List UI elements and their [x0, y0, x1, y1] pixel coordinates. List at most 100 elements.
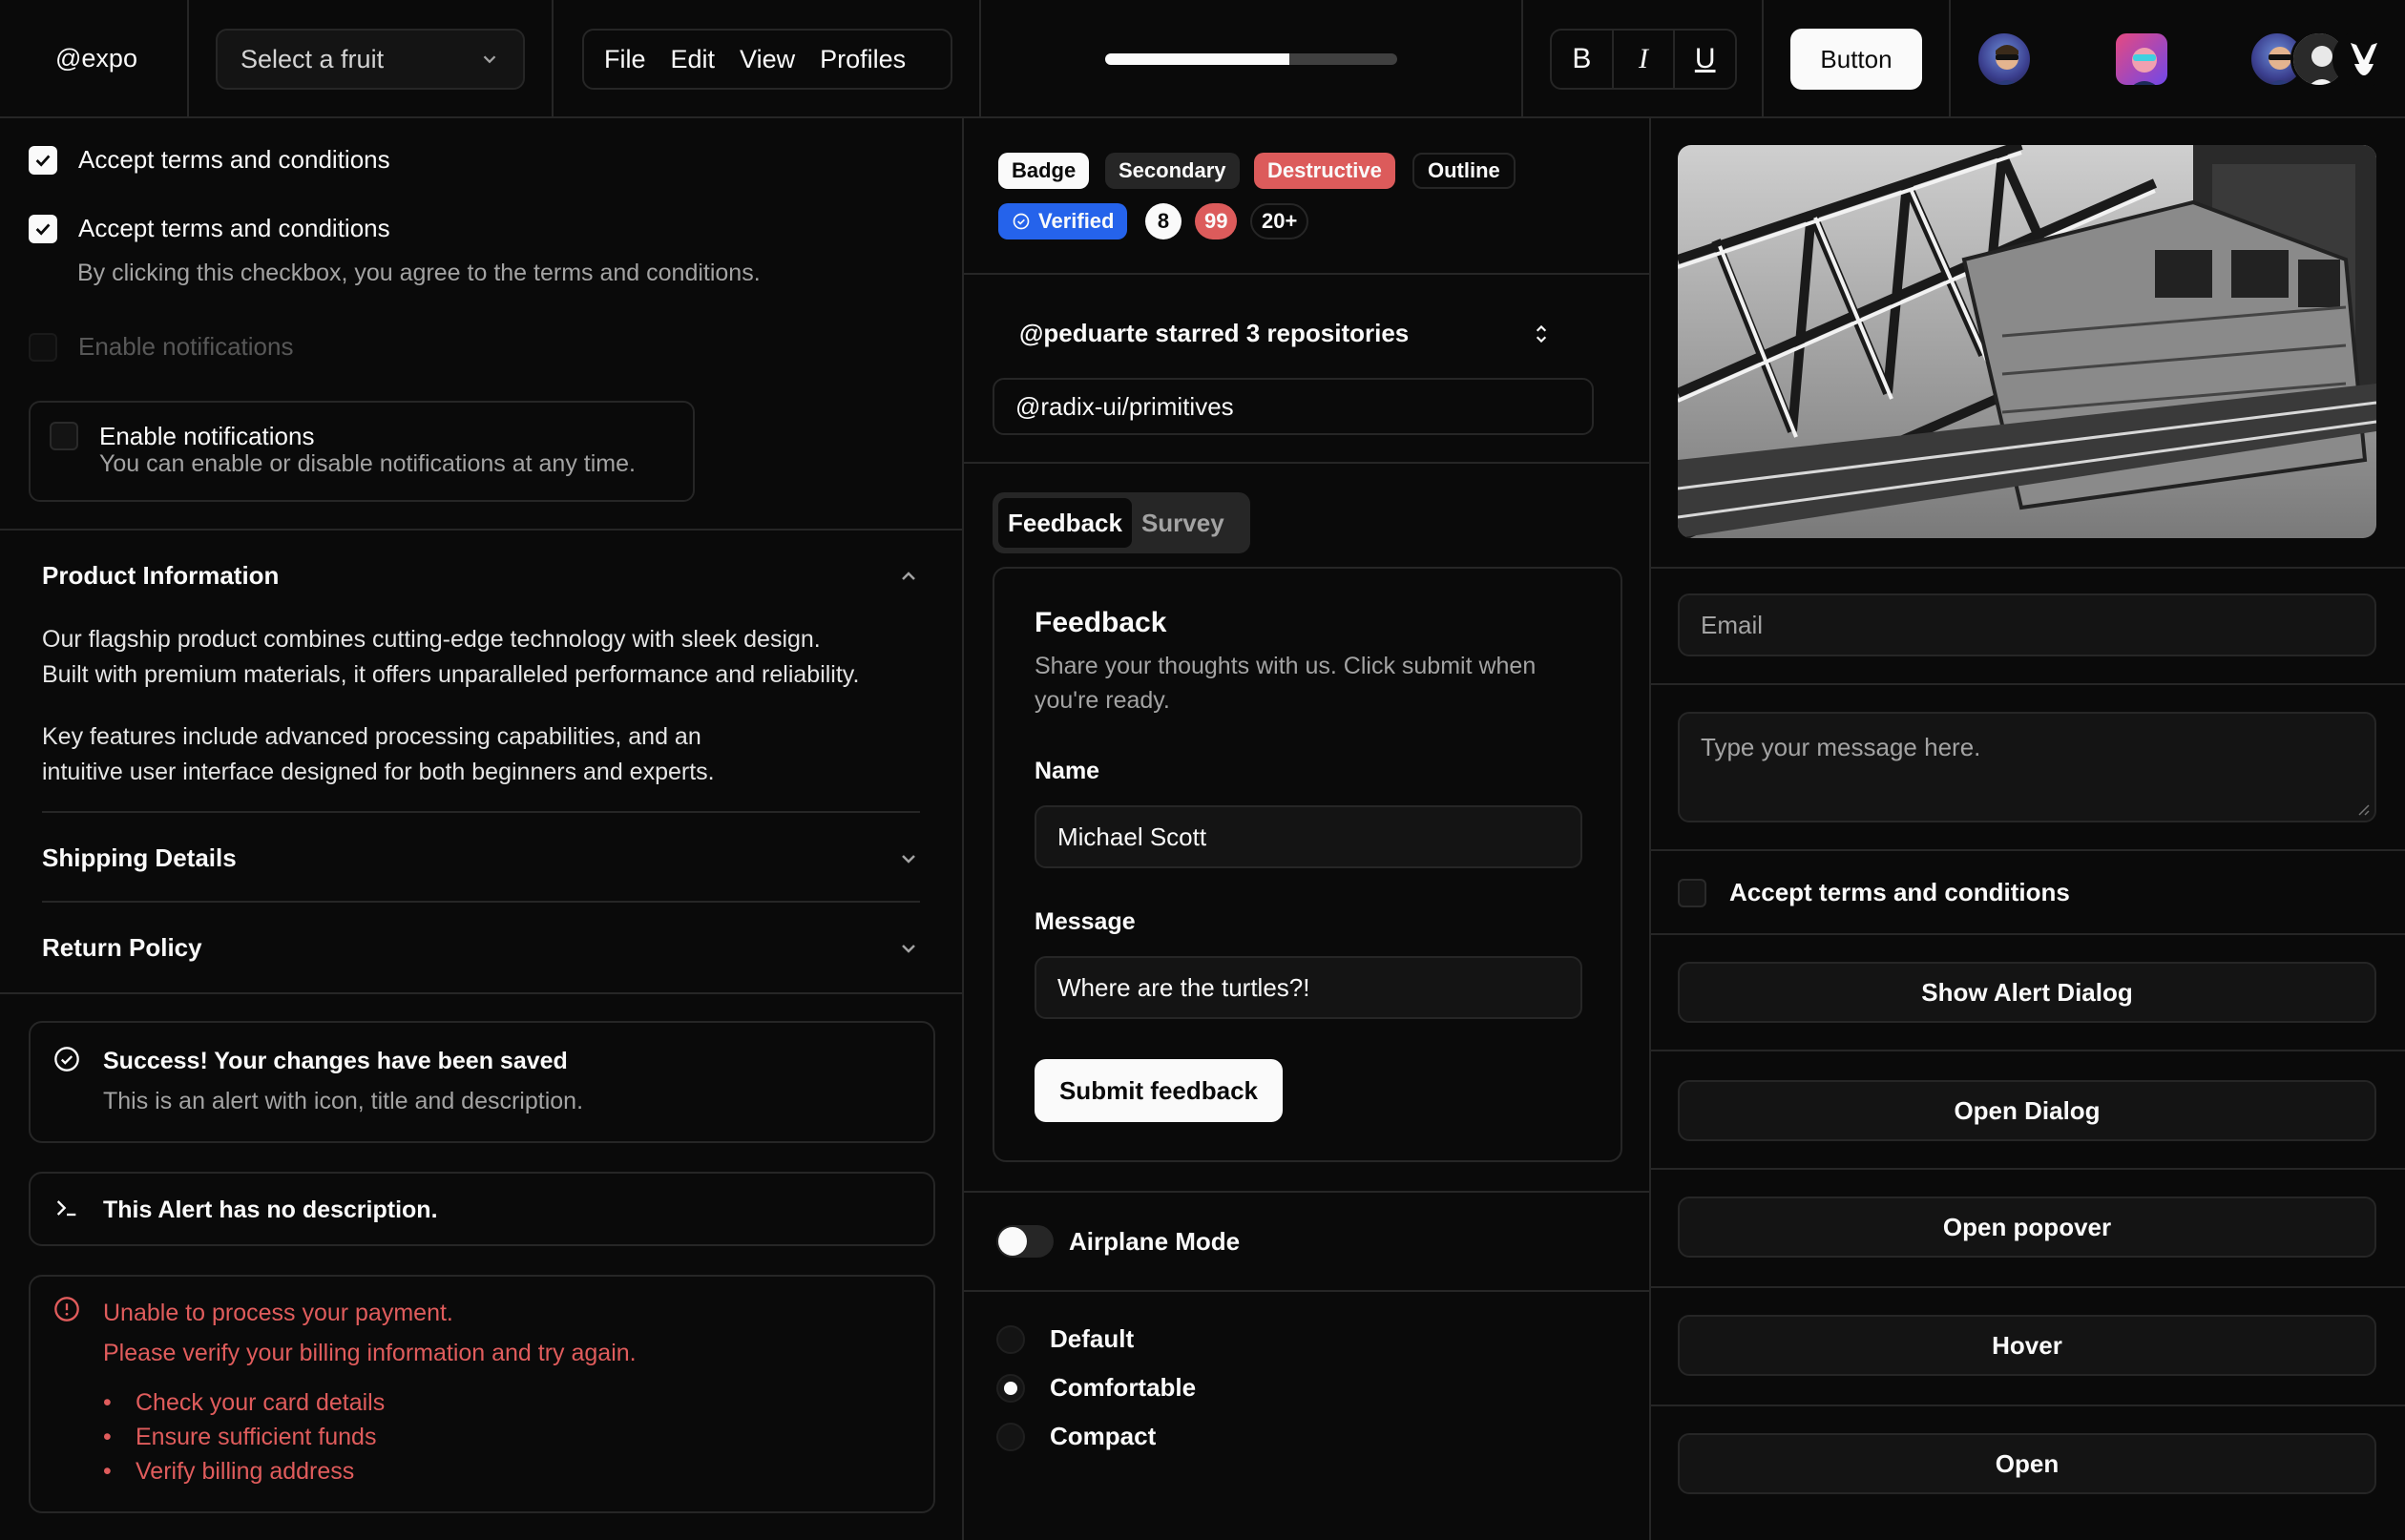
badge-count: 99 — [1195, 203, 1238, 239]
radio-label: Comfortable — [1050, 1373, 1197, 1402]
checkbox-unchecked[interactable] — [50, 422, 78, 450]
message-label: Message — [1035, 908, 1136, 935]
bold-icon: B — [1572, 43, 1592, 74]
badge-verified: Verified — [998, 203, 1128, 239]
badge-count: 8 — [1145, 203, 1182, 239]
switch-thumb — [998, 1227, 1027, 1256]
underline-toggle[interactable]: U — [1675, 31, 1735, 88]
train-photo — [1678, 145, 2376, 538]
badge-outline: Outline — [1412, 153, 1516, 189]
avatar[interactable] — [1976, 31, 2033, 88]
section-divider — [962, 273, 1649, 275]
italic-toggle[interactable]: I — [1614, 31, 1676, 88]
avatar[interactable] — [2113, 31, 2170, 88]
tab-survey[interactable]: Survey — [1132, 498, 1234, 548]
switch-label: Airplane Mode — [1069, 1226, 1241, 1256]
menu-edit[interactable]: Edit — [659, 45, 728, 74]
hover-card-button[interactable]: Hover — [1678, 1315, 2376, 1376]
radio-option[interactable]: Compact — [996, 1422, 1196, 1451]
divider — [1949, 0, 1951, 118]
section-divider — [1649, 1286, 2405, 1288]
chevrons-up-down-icon[interactable] — [1529, 322, 1554, 346]
alert-title: Success! Your changes have been saved — [103, 1048, 568, 1074]
menu-view[interactable]: View — [727, 45, 807, 74]
badge-destructive: Destructive — [1254, 153, 1395, 189]
radio-option[interactable]: Default — [996, 1324, 1196, 1354]
section-divider — [1649, 683, 2405, 685]
notifications-checkbox-row: Enable notifications — [29, 332, 293, 362]
alert-circle-icon — [54, 1297, 79, 1321]
alert-description: This is an alert with icon, title and de… — [103, 1088, 584, 1114]
accordion-title: Product Information — [42, 561, 280, 590]
terms-checkbox-row-with-desc[interactable]: Accept terms and conditions — [29, 214, 390, 243]
content-line: Built with premium materials, it offers … — [42, 661, 860, 688]
message-textarea[interactable]: Type your message here. — [1678, 712, 2376, 822]
bunny-logo-icon — [2351, 43, 2377, 75]
name-input[interactable]: Michael Scott — [1035, 805, 1582, 868]
alert-list: • Check your card details • Ensure suffici… — [103, 1385, 385, 1488]
fruit-select[interactable]: Select a fruit — [216, 29, 525, 90]
section-divider — [0, 992, 962, 994]
brand-logo[interactable]: @expo — [55, 44, 137, 73]
train-image — [1678, 145, 2376, 538]
section-divider — [0, 529, 962, 531]
card-description: Share your thoughts with us. Click submi… — [1035, 649, 1536, 718]
accordion-trigger-shipping[interactable]: Shipping Details — [42, 843, 920, 873]
content-line: intuitive user interface designed for bo… — [42, 759, 715, 785]
checkbox-disabled — [29, 332, 57, 362]
column-divider — [962, 118, 964, 1540]
badge-default: Badge — [998, 153, 1090, 189]
chevron-up-icon — [902, 571, 915, 580]
menu-profiles[interactable]: Profiles — [807, 45, 918, 74]
section-divider — [1649, 1050, 2405, 1051]
open-dialog-button[interactable]: Open Dialog — [1678, 1080, 2376, 1141]
avatar-face-icon — [2132, 48, 2157, 85]
divider — [552, 0, 554, 118]
primary-button[interactable]: Button — [1790, 29, 1922, 90]
airplane-mode-row: Airplane Mode — [996, 1225, 1240, 1258]
airplane-mode-switch[interactable] — [996, 1225, 1054, 1258]
show-alert-dialog-button[interactable]: Show Alert Dialog — [1678, 962, 2376, 1023]
radio-button-checked[interactable] — [996, 1373, 1025, 1403]
email-input[interactable]: Email — [1678, 593, 2376, 656]
open-popover-button[interactable]: Open popover — [1678, 1197, 2376, 1258]
card-title: Enable notifications — [99, 422, 315, 450]
terms-checkbox-row[interactable]: Accept terms and conditions — [29, 145, 390, 175]
italic-icon: I — [1639, 43, 1648, 74]
checkbox-checked[interactable] — [29, 145, 57, 175]
format-toggle-group: B I U — [1550, 29, 1737, 90]
section-divider — [962, 1290, 1649, 1292]
description-line: Share your thoughts with us. Click submi… — [1035, 653, 1537, 679]
avatar-stack-item[interactable] — [2332, 31, 2390, 88]
resize-handle-icon[interactable] — [2355, 801, 2371, 817]
radio-option[interactable]: Comfortable — [996, 1373, 1196, 1403]
collapsible-title: @peduarte starred 3 repositories — [1019, 319, 1410, 347]
column-divider — [1649, 118, 1651, 1540]
radio-dot — [1004, 1381, 1017, 1395]
menu-file[interactable]: File — [592, 45, 659, 74]
alert-title: This Alert has no description. — [103, 1197, 438, 1223]
collapsible-header: @peduarte starred 3 repositories — [1019, 319, 1554, 348]
badge-check-icon — [1013, 213, 1030, 230]
accordion-trigger-return[interactable]: Return Policy — [42, 933, 920, 963]
notifications-card[interactable]: Enable notifications You can enable or d… — [29, 401, 695, 502]
radio-button[interactable] — [996, 1324, 1025, 1354]
terminal-icon — [56, 1200, 76, 1217]
section-divider — [1649, 933, 2405, 935]
terms-checkbox-row[interactable]: Accept terms and conditions — [1678, 878, 2070, 907]
section-divider — [1649, 1405, 2405, 1406]
checkbox-checked[interactable] — [29, 214, 57, 243]
checkbox-unchecked[interactable] — [1678, 878, 1706, 907]
open-button[interactable]: Open — [1678, 1433, 2376, 1494]
bold-toggle[interactable]: B — [1552, 31, 1614, 88]
submit-feedback-button[interactable]: Submit feedback — [1035, 1059, 1283, 1122]
divider — [1762, 0, 1764, 118]
section-divider — [1649, 567, 2405, 569]
success-alert: Success! Your changes have been saved Th… — [29, 1021, 935, 1143]
radio-button[interactable] — [996, 1422, 1025, 1451]
tab-feedback[interactable]: Feedback — [998, 498, 1132, 548]
card-description: You can enable or disable notifications … — [99, 450, 636, 477]
accordion-trigger-product[interactable]: Product Information — [42, 561, 920, 591]
check-circle-icon — [54, 1047, 79, 1072]
message-input[interactable]: Where are the turtles?! — [1035, 956, 1582, 1019]
